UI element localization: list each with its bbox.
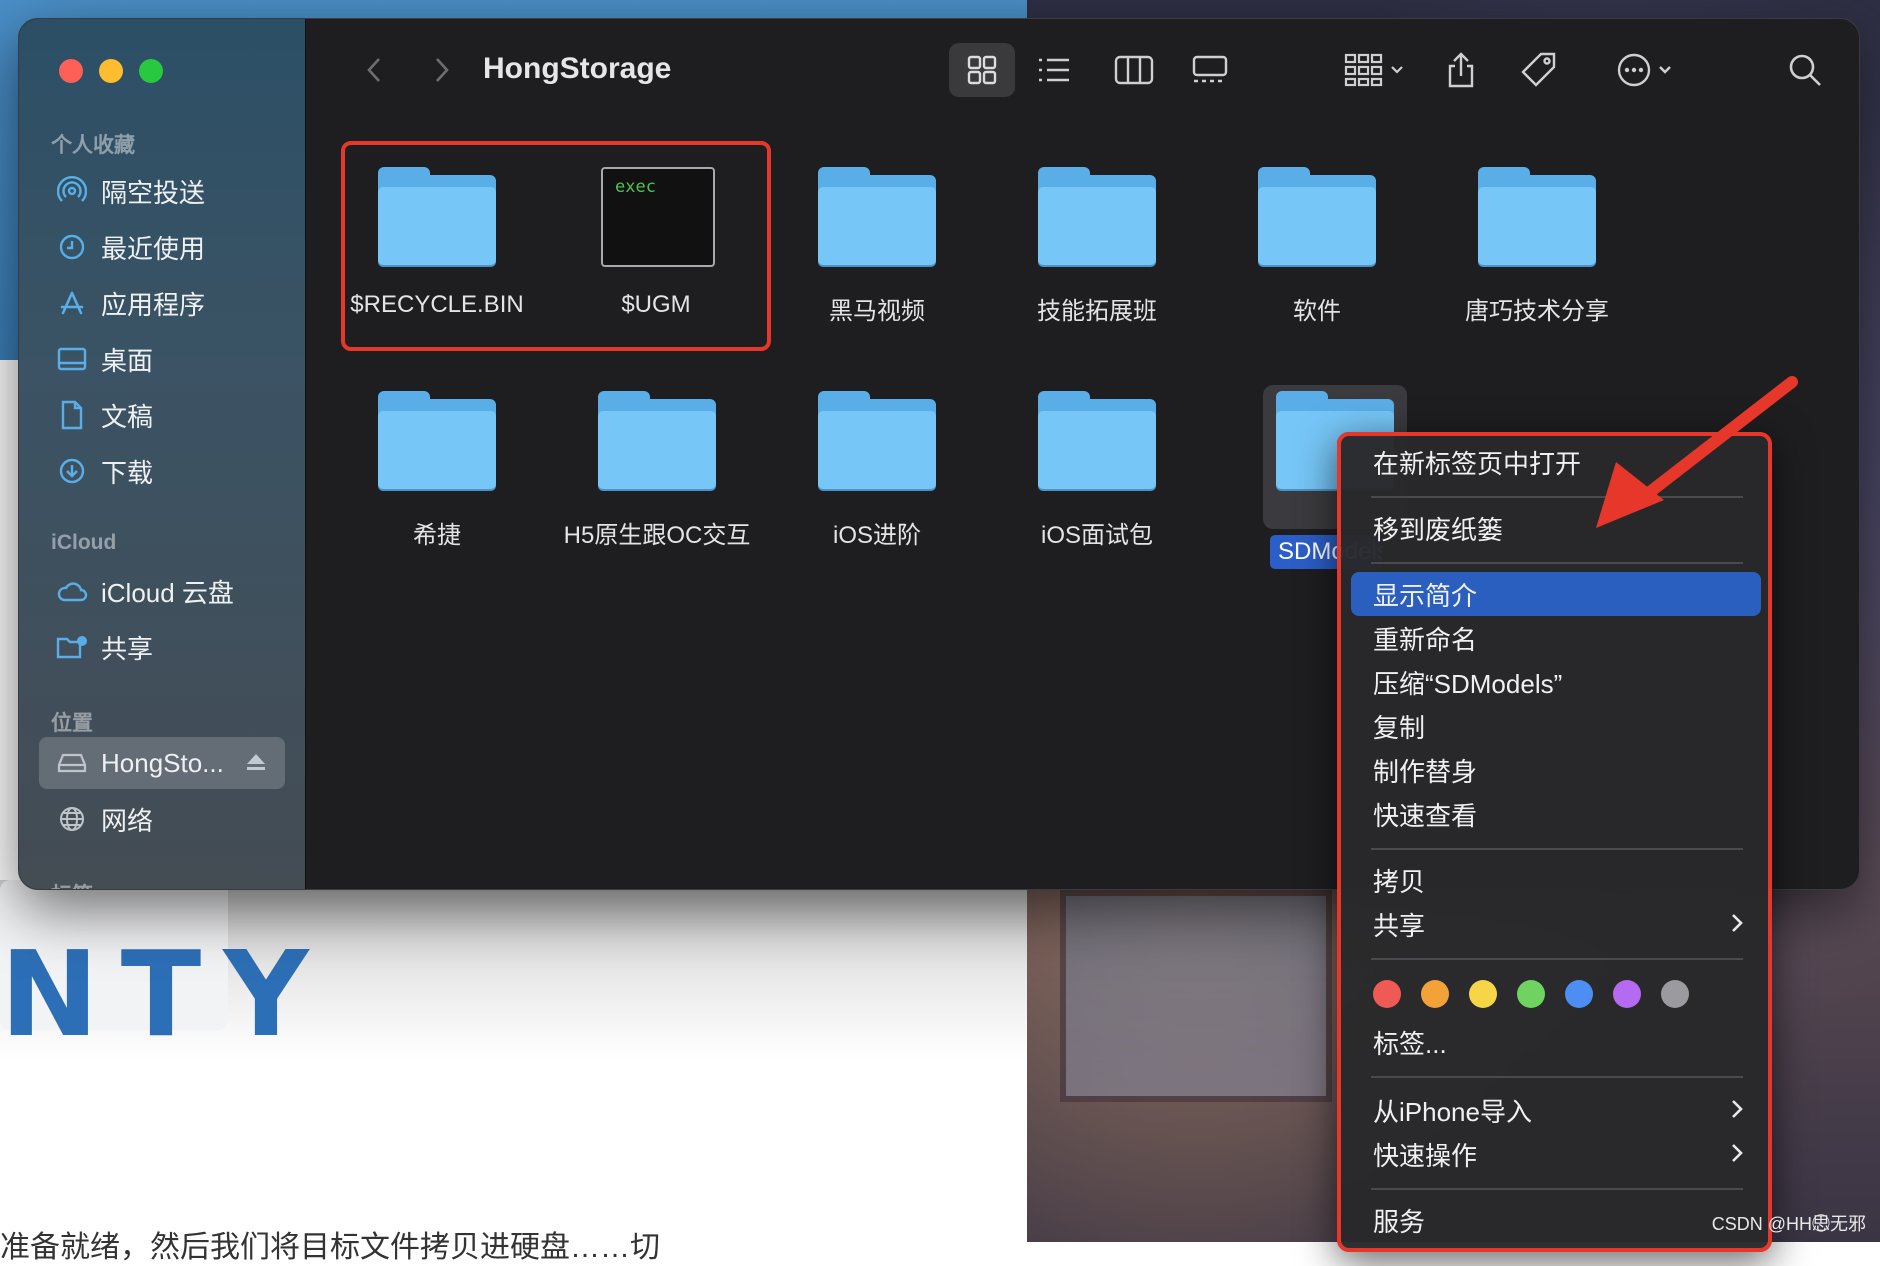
- watermark: CSDN @HH思⃝⃝无邪: [1711, 1214, 1866, 1234]
- annotation-arrow: [1596, 376, 1798, 528]
